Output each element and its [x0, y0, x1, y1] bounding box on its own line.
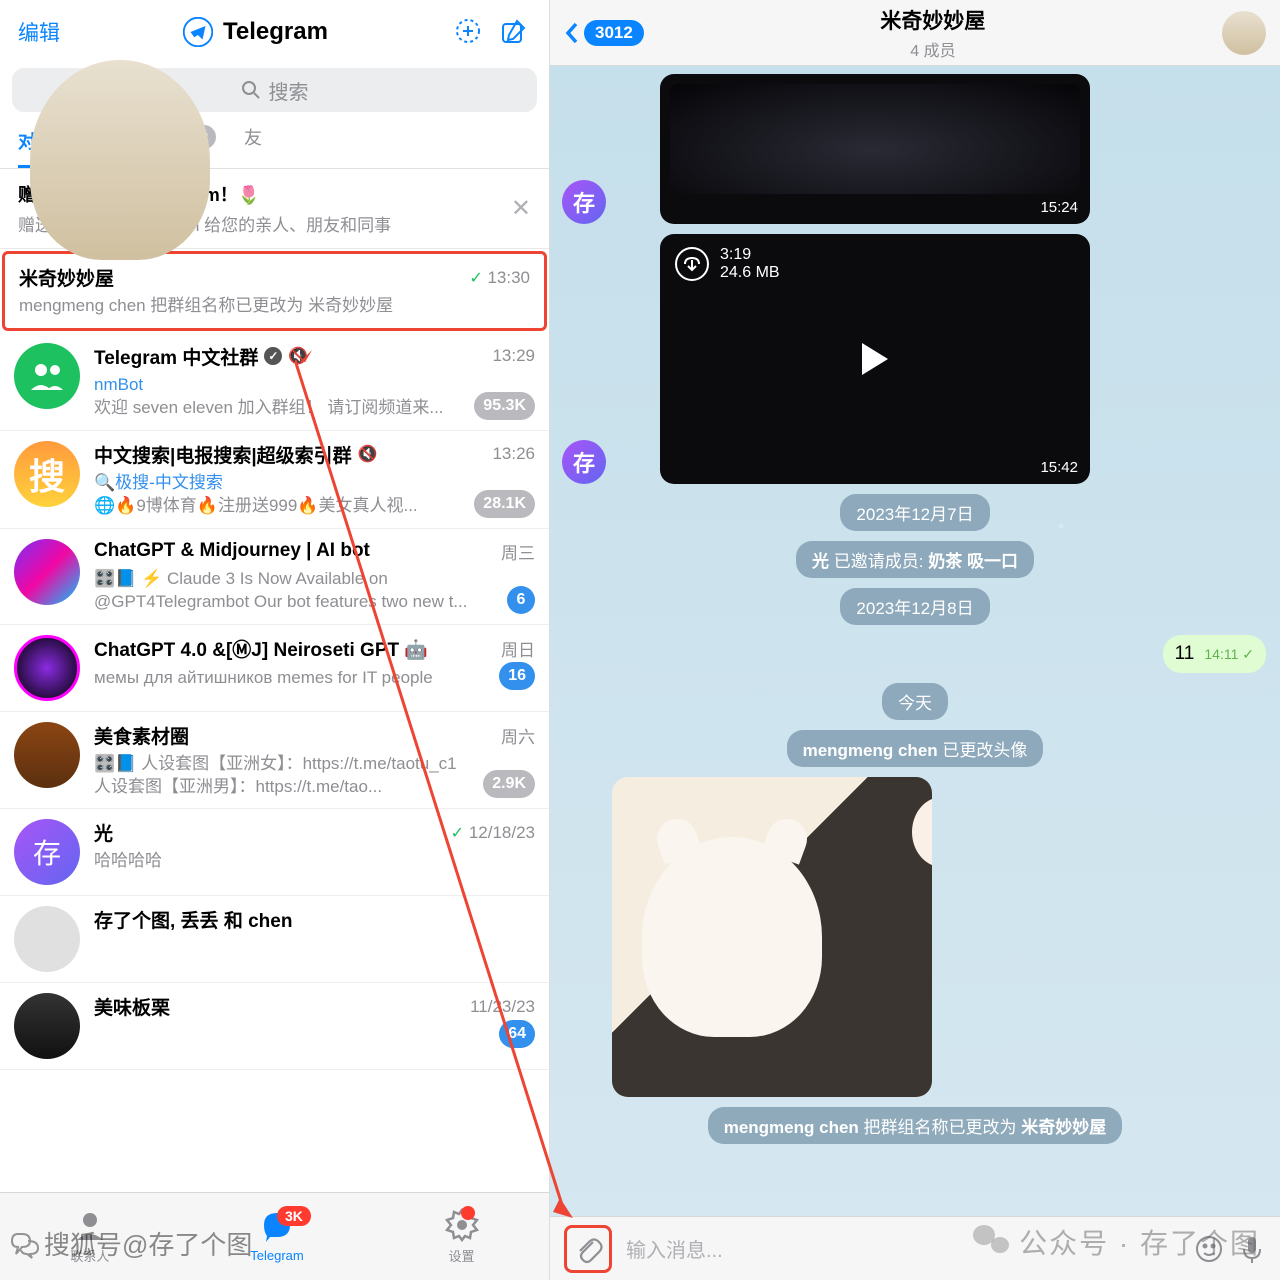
group-avatar[interactable]: [1222, 11, 1266, 55]
service-message: mengmeng chen 把群组名称已更改为 米奇妙妙屋: [708, 1107, 1123, 1144]
image-message[interactable]: 15:24: [660, 74, 1090, 224]
muted-icon: 🔇: [288, 346, 308, 366]
chat-row[interactable]: 米奇妙妙屋✓ 13:30 mengmeng chen 把群组名称已更改为 米奇妙…: [2, 251, 547, 331]
unread-total-badge: 3K: [277, 1206, 311, 1226]
unread-badge: 64: [499, 1020, 535, 1048]
back-unread-badge: 3012: [584, 20, 644, 46]
avatar: 搜: [14, 441, 80, 507]
unread-badge: 6: [507, 586, 535, 614]
edit-button[interactable]: 编辑: [18, 17, 60, 47]
attach-button[interactable]: [564, 1225, 612, 1273]
chat-row[interactable]: 搜 中文搜索|电报搜索|超级索引群 🔇13:26 🔍极搜-中文搜索🌐🔥9博体育🔥…: [0, 431, 549, 529]
watermark-right: 公众号 · 存了个图: [973, 1222, 1260, 1262]
play-icon[interactable]: [862, 343, 888, 375]
chat-row[interactable]: ChatGPT 4.0 &[ⓂJ] Neiroseti GPT 🤖周日 мемы…: [0, 625, 549, 712]
avatar: [14, 635, 80, 701]
tab-friends[interactable]: 友: [244, 124, 262, 158]
verified-icon: ✓: [264, 347, 282, 365]
notification-dot: [461, 1206, 475, 1220]
avatar: [14, 539, 80, 605]
avatar: [14, 906, 80, 972]
chat-row[interactable]: 美食素材圈周六 🎛️📘 人设套图【亚洲女】：https://t.me/taotu…: [0, 712, 549, 810]
sender-avatar[interactable]: 存: [562, 180, 606, 224]
chat-list: 米奇妙妙屋✓ 13:30 mengmeng chen 把群组名称已更改为 米奇妙…: [0, 249, 549, 1192]
unread-badge: 16: [499, 662, 535, 690]
avatar: [14, 993, 80, 1059]
tab-telegram[interactable]: 3K Telegram: [250, 1210, 303, 1263]
service-message: mengmeng chen 已更改头像: [787, 730, 1044, 767]
app-title: Telegram: [183, 17, 328, 47]
download-icon[interactable]: 3:1924.6 MB: [674, 246, 780, 282]
avatar: [14, 722, 80, 788]
date-separator: 2023年12月8日: [840, 588, 989, 625]
search-placeholder: 搜索: [269, 76, 309, 105]
date-separator: 2023年12月7日: [840, 494, 989, 531]
photo-message[interactable]: [612, 777, 932, 1097]
message-time: 15:42: [1040, 459, 1078, 476]
video-message[interactable]: 3:1924.6 MB 15:42: [660, 234, 1090, 484]
avatar: [30, 249, 210, 260]
unread-badge: 95.3K: [474, 392, 535, 420]
avatar: 存: [14, 819, 80, 885]
compose-icon[interactable]: [495, 14, 531, 50]
add-chat-icon[interactable]: [451, 14, 487, 50]
watermark-left: 搜狐号@存了个图: [10, 1225, 252, 1262]
chat-row[interactable]: ChatGPT & Midjourney | AI bot周三 🎛️📘 ⚡ Cl…: [0, 529, 549, 625]
banner-close-icon[interactable]: ✕: [511, 194, 531, 223]
chat-row[interactable]: 存 光✓ 12/18/23 哈哈哈哈: [0, 809, 549, 896]
tab-settings[interactable]: 设置: [445, 1208, 479, 1265]
chat-row[interactable]: 存了个图, 丢丢 和 chen: [0, 896, 549, 983]
outgoing-message[interactable]: 11 14:11 ✓: [1163, 635, 1266, 673]
service-message: 光 已邀请成员: 奶茶 吸一口: [796, 541, 1034, 578]
message-time: 15:24: [1040, 199, 1078, 216]
chat-row[interactable]: 美味板栗11/23/23 64: [0, 983, 549, 1070]
back-button[interactable]: 3012: [564, 20, 644, 46]
sender-avatar[interactable]: 存: [562, 440, 606, 484]
chat-row[interactable]: Telegram 中文社群 ✓ 🔇13:29 nmBot欢迎 seven ele…: [0, 333, 549, 431]
unread-badge: 2.9K: [483, 770, 535, 798]
muted-icon: 🔇: [358, 444, 378, 464]
unread-badge: 28.1K: [474, 490, 535, 518]
chat-title[interactable]: 米奇妙妙屋 4 成员: [654, 5, 1212, 61]
avatar: [14, 343, 80, 409]
date-separator: 今天: [882, 683, 948, 720]
